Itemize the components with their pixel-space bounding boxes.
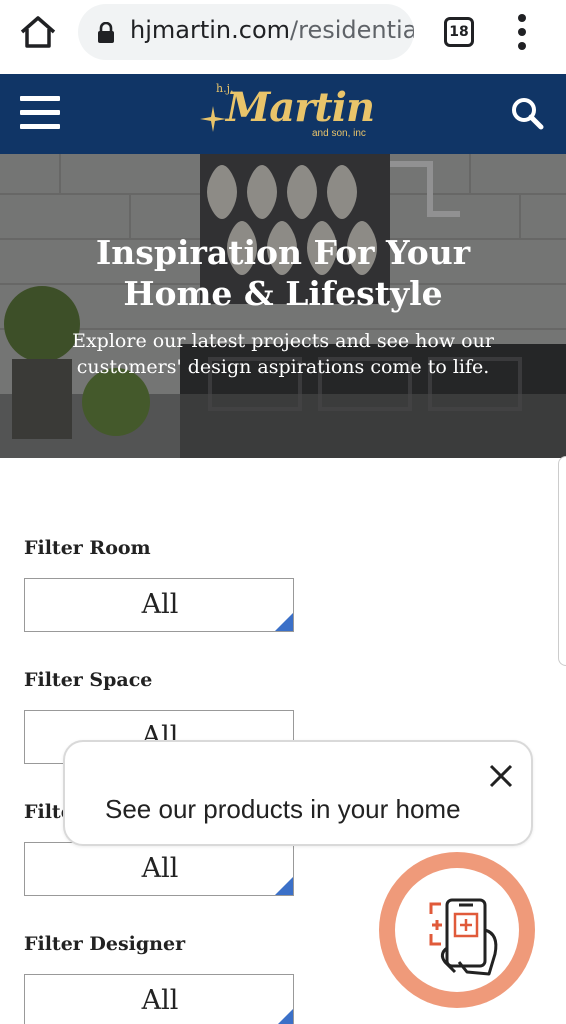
lock-icon bbox=[96, 21, 116, 44]
filter-room-select[interactable]: All bbox=[24, 578, 294, 632]
dropdown-corner-icon bbox=[275, 613, 293, 631]
home-icon[interactable] bbox=[18, 14, 58, 50]
filter-designer-select[interactable]: All bbox=[24, 974, 294, 1024]
hero-title-line-2: Home & Lifestyle bbox=[123, 274, 443, 313]
dropdown-corner-icon bbox=[275, 877, 293, 895]
tab-switcher-button[interactable]: 18 bbox=[444, 17, 474, 47]
site-header: h.j. Martin and son, inc bbox=[0, 74, 566, 154]
url-text: hjmartin.com/residentia bbox=[130, 16, 414, 44]
dropdown-corner-icon bbox=[275, 1009, 293, 1024]
hero-subtitle: Explore our latest projects and see how … bbox=[0, 328, 566, 380]
filter-designer-label: Filter Designer bbox=[24, 933, 186, 955]
phone-ar-icon bbox=[429, 898, 498, 976]
filter-style-select[interactable]: All bbox=[24, 842, 294, 896]
hero-title: Inspiration For Your Home & Lifestyle bbox=[0, 232, 566, 314]
url-domain: hjmartin.com bbox=[130, 16, 291, 44]
ar-view-button[interactable] bbox=[379, 852, 535, 1008]
side-scroll-tab[interactable] bbox=[558, 456, 566, 666]
close-icon[interactable] bbox=[487, 762, 515, 790]
filter-designer-value: All bbox=[141, 985, 179, 1016]
filter-space-label: Filter Space bbox=[24, 669, 153, 691]
logo[interactable]: h.j. Martin and son, inc bbox=[196, 78, 376, 150]
hero-subtitle-line-1: Explore our latest projects and see how … bbox=[72, 330, 494, 352]
address-bar[interactable]: hjmartin.com/residentia bbox=[78, 4, 414, 60]
filter-room-value: All bbox=[141, 589, 179, 620]
hero-banner: Inspiration For Your Home & Lifestyle Ex… bbox=[0, 154, 566, 458]
ar-button-inner bbox=[395, 868, 519, 992]
filter-style-value: All bbox=[141, 853, 179, 884]
search-icon[interactable] bbox=[510, 96, 544, 130]
ar-promo-popup[interactable]: See our products in your home bbox=[63, 740, 533, 846]
hero-subtitle-line-2: customers' design aspirations come to li… bbox=[76, 356, 490, 378]
logo-name: Martin bbox=[226, 84, 375, 131]
hamburger-menu-icon[interactable] bbox=[20, 96, 60, 130]
more-menu-icon[interactable] bbox=[510, 12, 534, 52]
browser-toolbar: hjmartin.com/residentia 18 bbox=[0, 0, 566, 74]
url-path: /residentia bbox=[290, 16, 414, 44]
filter-room-label: Filter Room bbox=[24, 537, 151, 559]
popup-text: See our products in your home bbox=[105, 794, 461, 824]
hero-title-line-1: Inspiration For Your bbox=[95, 233, 471, 272]
star-icon bbox=[200, 106, 226, 132]
logo-suffix: and son, inc bbox=[312, 128, 366, 139]
